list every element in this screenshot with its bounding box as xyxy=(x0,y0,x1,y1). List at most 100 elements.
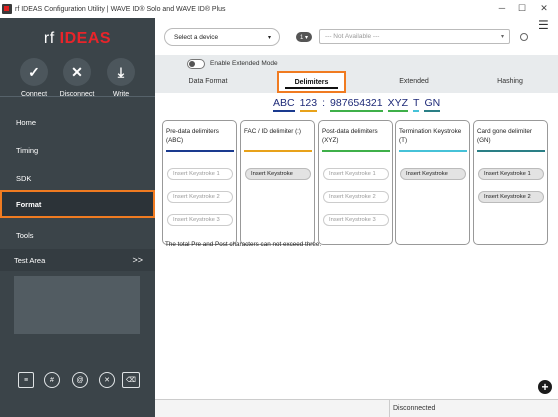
at-icon[interactable]: @ xyxy=(72,372,88,388)
sidebar-item-sdk[interactable]: SDK xyxy=(0,164,155,192)
example-segment-text: : xyxy=(322,97,326,109)
rf-ideas-logo: rf IDEAS xyxy=(0,30,155,48)
insert-keystroke-field[interactable]: Insert Keystroke xyxy=(245,168,311,180)
delimiter-card-color-bar xyxy=(477,150,545,152)
insert-keystroke-field[interactable]: Insert Keystroke 1 xyxy=(323,168,389,180)
example-segment-text: GN xyxy=(424,97,441,109)
example-segment: 987654321 xyxy=(330,97,383,112)
example-segment-text: ABC xyxy=(273,97,295,109)
delimiter-card: Pre-data delimiters (ABC) Insert Keystrok… xyxy=(162,120,237,245)
delimiter-card-color-bar xyxy=(166,150,234,152)
insert-keystroke-field[interactable]: Insert Keystroke 1 xyxy=(167,168,233,180)
chevron-down-icon: ▾ xyxy=(500,34,504,40)
menu-icon[interactable]: ☰ xyxy=(538,19,550,31)
sidebar-item-format[interactable]: Format xyxy=(0,190,155,218)
disconnect-button[interactable]: ✕ Disconnect xyxy=(55,58,99,98)
tab-delimiters-label: Delimiters xyxy=(294,78,329,86)
status-separator xyxy=(389,400,390,417)
nav-divider xyxy=(0,96,155,97)
port-number-select[interactable]: 1 ▾ xyxy=(296,32,312,42)
x-icon: ✕ xyxy=(63,58,91,86)
delimiter-card: FAC / ID delimiter (:) Insert Keystroke xyxy=(240,120,315,245)
delimiter-card-color-bar xyxy=(399,150,467,152)
logo-rf: rf xyxy=(43,30,55,47)
check-icon: ✓ xyxy=(20,58,48,86)
delimiter-card-title: Termination Keystroke (T) xyxy=(399,128,462,144)
delimiter-card-color-bar xyxy=(322,150,390,152)
clear-icon[interactable]: ✕ xyxy=(99,372,115,388)
chevron-down-icon: ▾ xyxy=(267,34,271,41)
example-segment: : xyxy=(322,97,325,111)
write-button[interactable]: ⤓ Write xyxy=(99,58,143,98)
window-title: rf IDEAS Configuration Utility | WAVE ID… xyxy=(15,5,226,13)
insert-keystroke-field[interactable]: Insert Keystroke 3 xyxy=(167,214,233,226)
active-tab-underline xyxy=(285,87,338,89)
port-select[interactable]: --- Not Available --- ▾ xyxy=(319,29,510,44)
insert-keystroke-field[interactable]: Insert Keystroke 2 xyxy=(323,191,389,203)
delimiter-example: ABC 123:987654321 XYZ T GN xyxy=(273,97,445,112)
expand-chevron-icon[interactable]: >> xyxy=(132,255,143,265)
app-icon xyxy=(2,4,12,14)
sidebar: rf IDEAS ✓ Connect ✕ Disconnect ⤓ Write … xyxy=(0,18,155,417)
example-segment-underline xyxy=(299,110,318,112)
notes-icon[interactable]: ≡ xyxy=(18,372,34,388)
insert-keystroke-field[interactable]: Insert Keystroke 2 xyxy=(167,191,233,203)
example-segment-underline xyxy=(387,110,409,112)
test-area-label: Test Area xyxy=(14,255,46,265)
close-icon[interactable]: ✕ xyxy=(538,3,550,14)
example-segment: 123 xyxy=(299,97,318,112)
delimiter-card-title: Pre-data delimiters (ABC) xyxy=(166,128,219,144)
delimiter-note: The total Pre and Post characters can no… xyxy=(165,241,322,248)
connect-button[interactable]: ✓ Connect xyxy=(12,58,56,98)
example-segment: XYZ xyxy=(387,97,409,112)
port-select-value: --- Not Available --- xyxy=(325,33,380,40)
device-select[interactable]: Select a device ▾ xyxy=(164,28,280,46)
tabs-bar: Enable Extended Mode Data Format Delimit… xyxy=(155,55,558,93)
example-segment-underline xyxy=(330,110,383,112)
insert-keystroke-field[interactable]: Insert Keystroke 2 xyxy=(478,191,544,203)
example-segment-underline xyxy=(413,110,420,112)
example-segment: T xyxy=(413,97,420,112)
delimiter-card-title: Card gone delimiter (GN) xyxy=(477,128,532,144)
extended-mode-toggle[interactable] xyxy=(187,59,205,69)
download-icon: ⤓ xyxy=(107,58,135,86)
delimiter-card: Termination Keystroke (T) Insert Keystrok… xyxy=(395,120,470,245)
add-button[interactable]: + xyxy=(538,380,552,394)
title-bar: rf IDEAS Configuration Utility | WAVE ID… xyxy=(0,0,558,18)
tab-hashing[interactable]: Hashing xyxy=(493,78,527,85)
minimize-icon[interactable]: ─ xyxy=(496,3,508,13)
insert-keystroke-field[interactable]: Insert Keystroke xyxy=(400,168,466,180)
sidebar-item-tools[interactable]: Tools xyxy=(0,221,155,249)
tab-data-format[interactable]: Data Format xyxy=(188,78,228,85)
backspace-icon[interactable]: ⌫ xyxy=(122,372,140,388)
example-segment: ABC xyxy=(273,97,295,112)
device-select-value: Select a device xyxy=(174,33,219,41)
delimiter-card: Post-data delimiters (XYZ) Insert Keystro… xyxy=(318,120,393,245)
delimiter-card-title: FAC / ID delimiter (:) xyxy=(244,128,302,135)
toggle-knob xyxy=(189,61,195,67)
status-indicator-icon xyxy=(520,33,528,41)
sidebar-toolbar: ≡ # @ ✕ ⌫ xyxy=(0,370,155,394)
hash-icon[interactable]: # xyxy=(44,372,60,388)
sidebar-item-home[interactable]: Home xyxy=(0,108,155,136)
example-segment-text: 987654321 xyxy=(330,97,383,109)
logo-ideas: IDEAS xyxy=(59,30,112,47)
main-panel: ☰ Select a device ▾ 1 ▾ --- Not Availabl… xyxy=(155,18,558,417)
example-segment-text: XYZ xyxy=(387,97,409,109)
tab-delimiters[interactable]: Delimiters xyxy=(277,71,346,93)
insert-keystroke-field[interactable]: Insert Keystroke 1 xyxy=(478,168,544,180)
sidebar-item-timing[interactable]: Timing xyxy=(0,136,155,164)
example-segment-underline xyxy=(273,110,295,112)
test-area-output[interactable] xyxy=(14,276,140,334)
tab-extended[interactable]: Extended xyxy=(395,78,433,85)
extended-mode-label: Enable Extended Mode xyxy=(210,60,278,67)
maximize-icon[interactable]: ☐ xyxy=(516,3,528,14)
delimiter-card-title: Post-data delimiters (XYZ) xyxy=(322,128,378,144)
example-segment: GN xyxy=(424,97,441,112)
test-area-header[interactable]: Test Area >> xyxy=(0,249,155,271)
example-segment-text: 123 xyxy=(299,97,318,109)
insert-keystroke-field[interactable]: Insert Keystroke 3 xyxy=(323,214,389,226)
delimiter-card: Card gone delimiter (GN) Insert Keystroke… xyxy=(473,120,548,245)
example-segment-text: T xyxy=(413,97,420,109)
status-bar: Disconnected xyxy=(155,399,558,417)
